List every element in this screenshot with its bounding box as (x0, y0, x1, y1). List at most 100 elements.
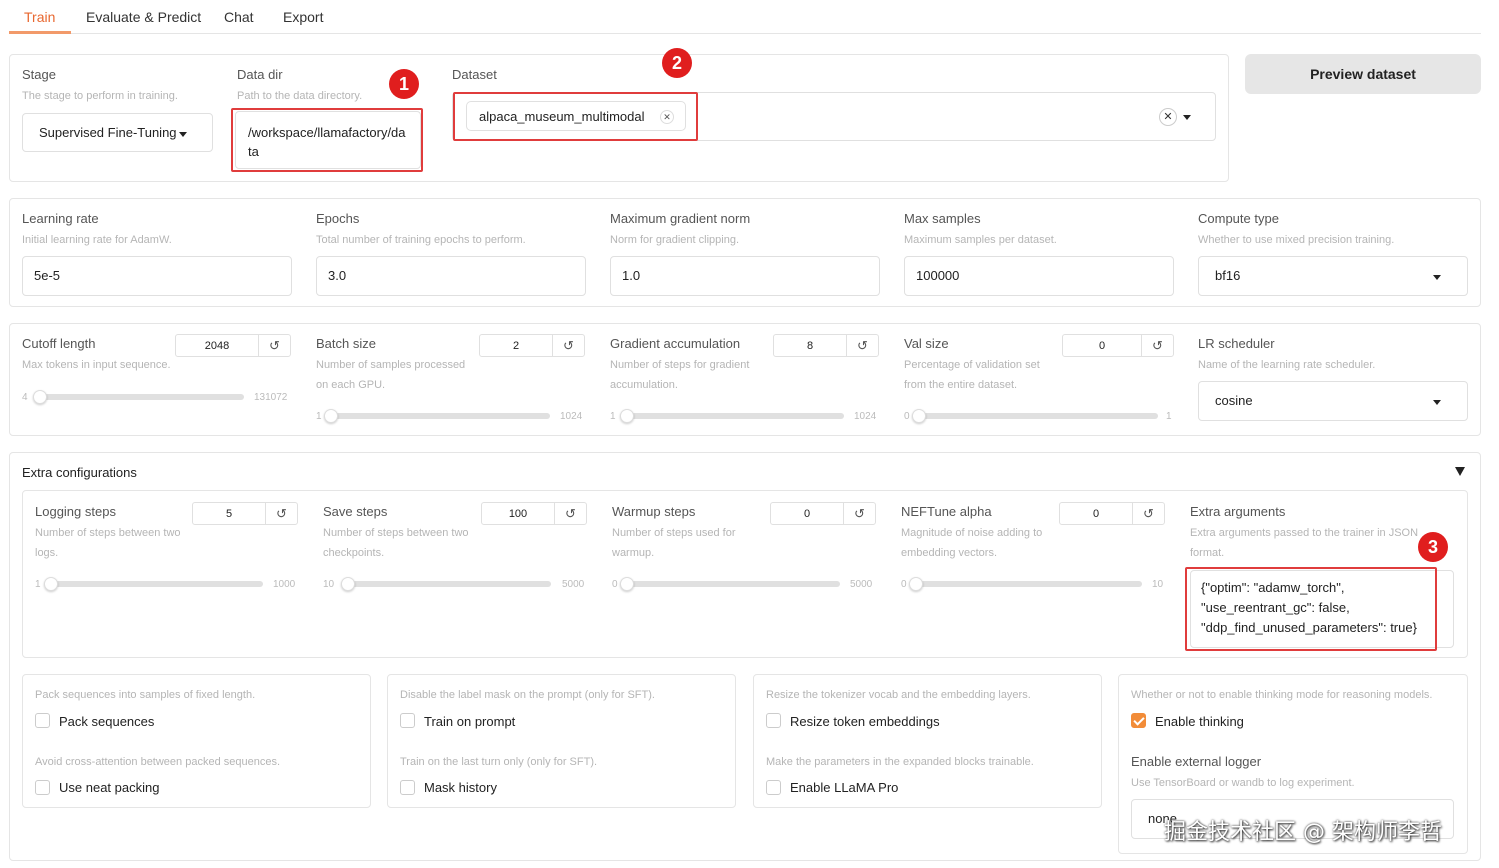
enable-thinking-label[interactable]: Enable thinking (1155, 714, 1244, 729)
lr-scheduler-dropdown[interactable]: cosine (1198, 381, 1468, 421)
reset-icon[interactable]: ↺ (554, 503, 586, 524)
resize-embeddings-checkbox[interactable] (766, 713, 781, 728)
save-steps-number[interactable]: 100 ↺ (481, 502, 587, 525)
warmup-steps-slider[interactable] (620, 577, 840, 591)
neftune-alpha-number[interactable]: 0 ↺ (1059, 502, 1165, 525)
compute-type-value: bf16 (1215, 268, 1241, 283)
preview-dataset-button[interactable]: Preview dataset (1245, 54, 1481, 94)
compute-type-label: Compute type (1198, 211, 1279, 226)
reset-icon[interactable]: ↺ (846, 335, 878, 356)
extra-configurations-title[interactable]: Extra configurations (22, 465, 137, 480)
warmup-steps-number[interactable]: 0 ↺ (770, 502, 876, 525)
reset-icon[interactable]: ↺ (1132, 503, 1164, 524)
external-logger-label: Enable external logger (1131, 754, 1262, 769)
pack-sequences-label[interactable]: Pack sequences (59, 714, 154, 729)
compute-type-dropdown[interactable]: bf16 (1198, 256, 1468, 296)
grad-accum-slider[interactable] (619, 409, 844, 423)
resize-vocab-info: Resize the tokenizer vocab and the embed… (766, 689, 1031, 701)
extra-arguments-label: Extra arguments (1190, 504, 1286, 519)
chevron-down-icon[interactable] (1183, 115, 1191, 120)
reset-icon[interactable]: ↺ (843, 503, 875, 524)
learning-rate-input[interactable]: 5e-5 (22, 256, 292, 296)
annotation-box-2 (453, 92, 698, 141)
slider-thumb[interactable] (340, 577, 355, 591)
grad-accum-label: Gradient accumulation (610, 336, 741, 351)
warmup-steps-label: Warmup steps (612, 504, 696, 519)
reset-icon[interactable]: ↺ (1141, 335, 1173, 356)
chevron-down-icon (1433, 400, 1441, 405)
logging-steps-slider[interactable] (43, 577, 263, 591)
grad-accum-number[interactable]: 8 ↺ (773, 334, 879, 357)
reset-icon[interactable]: ↺ (265, 503, 297, 524)
slider-thumb[interactable] (43, 577, 58, 591)
tab-train[interactable]: Train (24, 9, 55, 33)
epochs-label: Epochs (316, 211, 360, 226)
enable-thinking-checkbox[interactable] (1131, 713, 1146, 728)
tab-export[interactable]: Export (283, 9, 323, 33)
chevron-down-icon (1433, 275, 1441, 280)
logging-steps-label: Logging steps (35, 504, 116, 519)
neftune-alpha-slider[interactable] (909, 577, 1142, 591)
logging-steps-min: 1 (35, 579, 41, 590)
logging-steps-number[interactable]: 5 ↺ (192, 502, 298, 525)
logging-steps-info-line2: logs. (35, 547, 59, 559)
stage-dropdown[interactable]: Supervised Fine-Tuning (22, 113, 213, 152)
batch-size-slider[interactable] (324, 409, 550, 423)
mask-history-checkbox[interactable] (400, 780, 415, 795)
mask-history-label[interactable]: Mask history (424, 780, 497, 795)
val-size-slider[interactable] (912, 409, 1158, 423)
batch-size-value: 2 (512, 340, 520, 352)
batch-size-min: 1 (316, 411, 322, 422)
max-samples-value: 100000 (916, 268, 960, 283)
max-samples-info: Maximum samples per dataset. (904, 234, 1057, 246)
val-size-max: 1 (1166, 411, 1172, 422)
train-on-prompt-info: Disable the label mask on the prompt (on… (400, 689, 655, 701)
val-size-number[interactable]: 0 ↺ (1062, 334, 1174, 357)
clear-all-icon[interactable]: ✕ (1159, 108, 1177, 126)
grad-accum-min: 1 (610, 411, 616, 422)
learning-rate-info: Initial learning rate for AdamW. (22, 234, 172, 246)
annotation-box-1 (231, 108, 423, 172)
batch-size-label: Batch size (316, 336, 376, 351)
cutoff-length-label: Cutoff length (22, 336, 96, 351)
max-grad-norm-info: Norm for gradient clipping. (610, 234, 740, 246)
annotation-badge-1: 1 (389, 69, 419, 99)
neat-packing-label[interactable]: Use neat packing (59, 780, 159, 795)
batch-size-number[interactable]: 2 ↺ (479, 334, 585, 357)
val-size-label: Val size (904, 336, 949, 351)
cutoff-length-slider[interactable] (33, 390, 244, 404)
epochs-value: 3.0 (328, 268, 347, 283)
save-steps-slider[interactable] (340, 577, 551, 591)
pack-info: Pack sequences into samples of fixed len… (35, 689, 256, 701)
train-on-prompt-checkbox[interactable] (400, 713, 415, 728)
max-samples-input[interactable]: 100000 (904, 256, 1174, 296)
grad-accum-info-line1: Number of steps for gradient (610, 359, 750, 371)
batch-size-info-line2: on each GPU. (316, 379, 386, 391)
tab-evaluate-predict[interactable]: Evaluate & Predict (86, 9, 201, 33)
pack-sequences-checkbox[interactable] (35, 713, 50, 728)
llama-pro-checkbox[interactable] (766, 780, 781, 795)
cutoff-length-number[interactable]: 2048 ↺ (175, 334, 291, 357)
epochs-input[interactable]: 3.0 (316, 256, 586, 296)
slider-thumb[interactable] (620, 577, 634, 591)
reset-icon[interactable]: ↺ (552, 335, 584, 356)
resize-embeddings-label[interactable]: Resize token embeddings (790, 714, 940, 729)
max-grad-norm-input[interactable]: 1.0 (610, 256, 880, 296)
llama-pro-label[interactable]: Enable LLaMA Pro (790, 780, 898, 795)
max-grad-norm-label: Maximum gradient norm (610, 211, 751, 226)
logging-steps-max: 1000 (273, 579, 296, 590)
reset-icon[interactable]: ↺ (258, 335, 290, 356)
slider-thumb[interactable] (619, 409, 634, 423)
slider-thumb[interactable] (912, 409, 926, 423)
collapse-triangle-icon[interactable] (1455, 467, 1465, 476)
train-on-prompt-label[interactable]: Train on prompt (424, 714, 515, 729)
save-steps-max: 5000 (562, 579, 585, 590)
lr-scheduler-value: cosine (1215, 393, 1253, 408)
neat-packing-checkbox[interactable] (35, 780, 50, 795)
tab-chat[interactable]: Chat (224, 9, 254, 33)
stage-info: The stage to perform in training. (22, 90, 178, 102)
stage-value: Supervised Fine-Tuning (39, 125, 177, 140)
val-size-value: 0 (1098, 340, 1106, 352)
slider-thumb[interactable] (909, 577, 923, 591)
grad-accum-max: 1024 (854, 411, 877, 422)
